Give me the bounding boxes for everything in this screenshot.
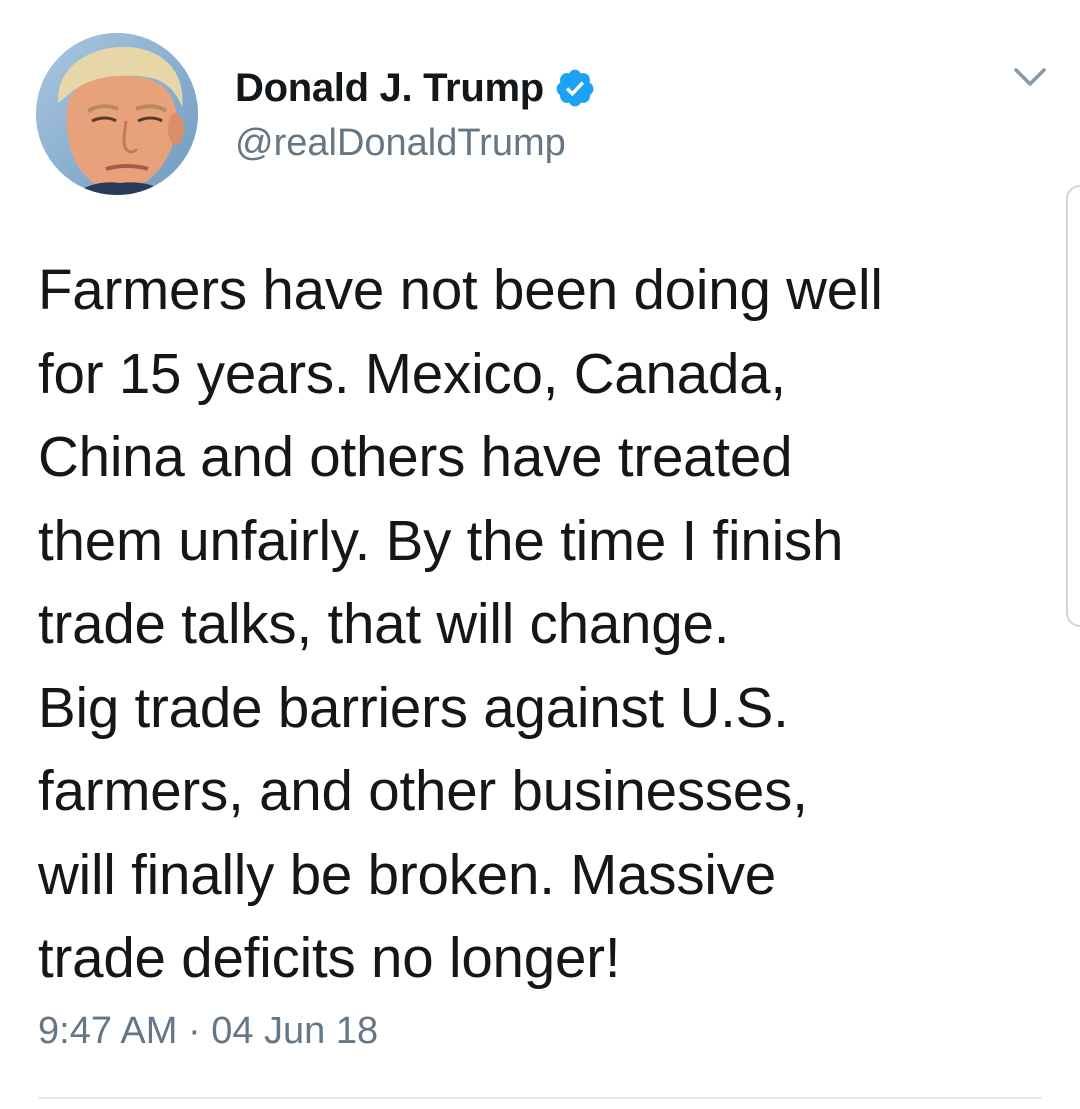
- verified-badge-icon: [554, 67, 596, 109]
- scrollbar[interactable]: [1066, 185, 1080, 627]
- profile-photo-icon: [36, 33, 198, 195]
- tweet-timestamp[interactable]: 9:47 AM · 04 Jun 18: [38, 1010, 378, 1053]
- display-name[interactable]: Donald J. Trump: [235, 66, 544, 111]
- chevron-down-icon[interactable]: [1012, 62, 1048, 92]
- divider: [38, 1097, 1042, 1099]
- user-name-row[interactable]: Donald J. Trump: [235, 62, 596, 114]
- user-handle[interactable]: @realDonaldTrump: [235, 122, 566, 165]
- tweet-text: Farmers have not been doing well for 15 …: [38, 258, 883, 989]
- tweet-card: Donald J. Trump @realDonaldTrump Farmers…: [0, 0, 1080, 1109]
- avatar[interactable]: [36, 33, 198, 195]
